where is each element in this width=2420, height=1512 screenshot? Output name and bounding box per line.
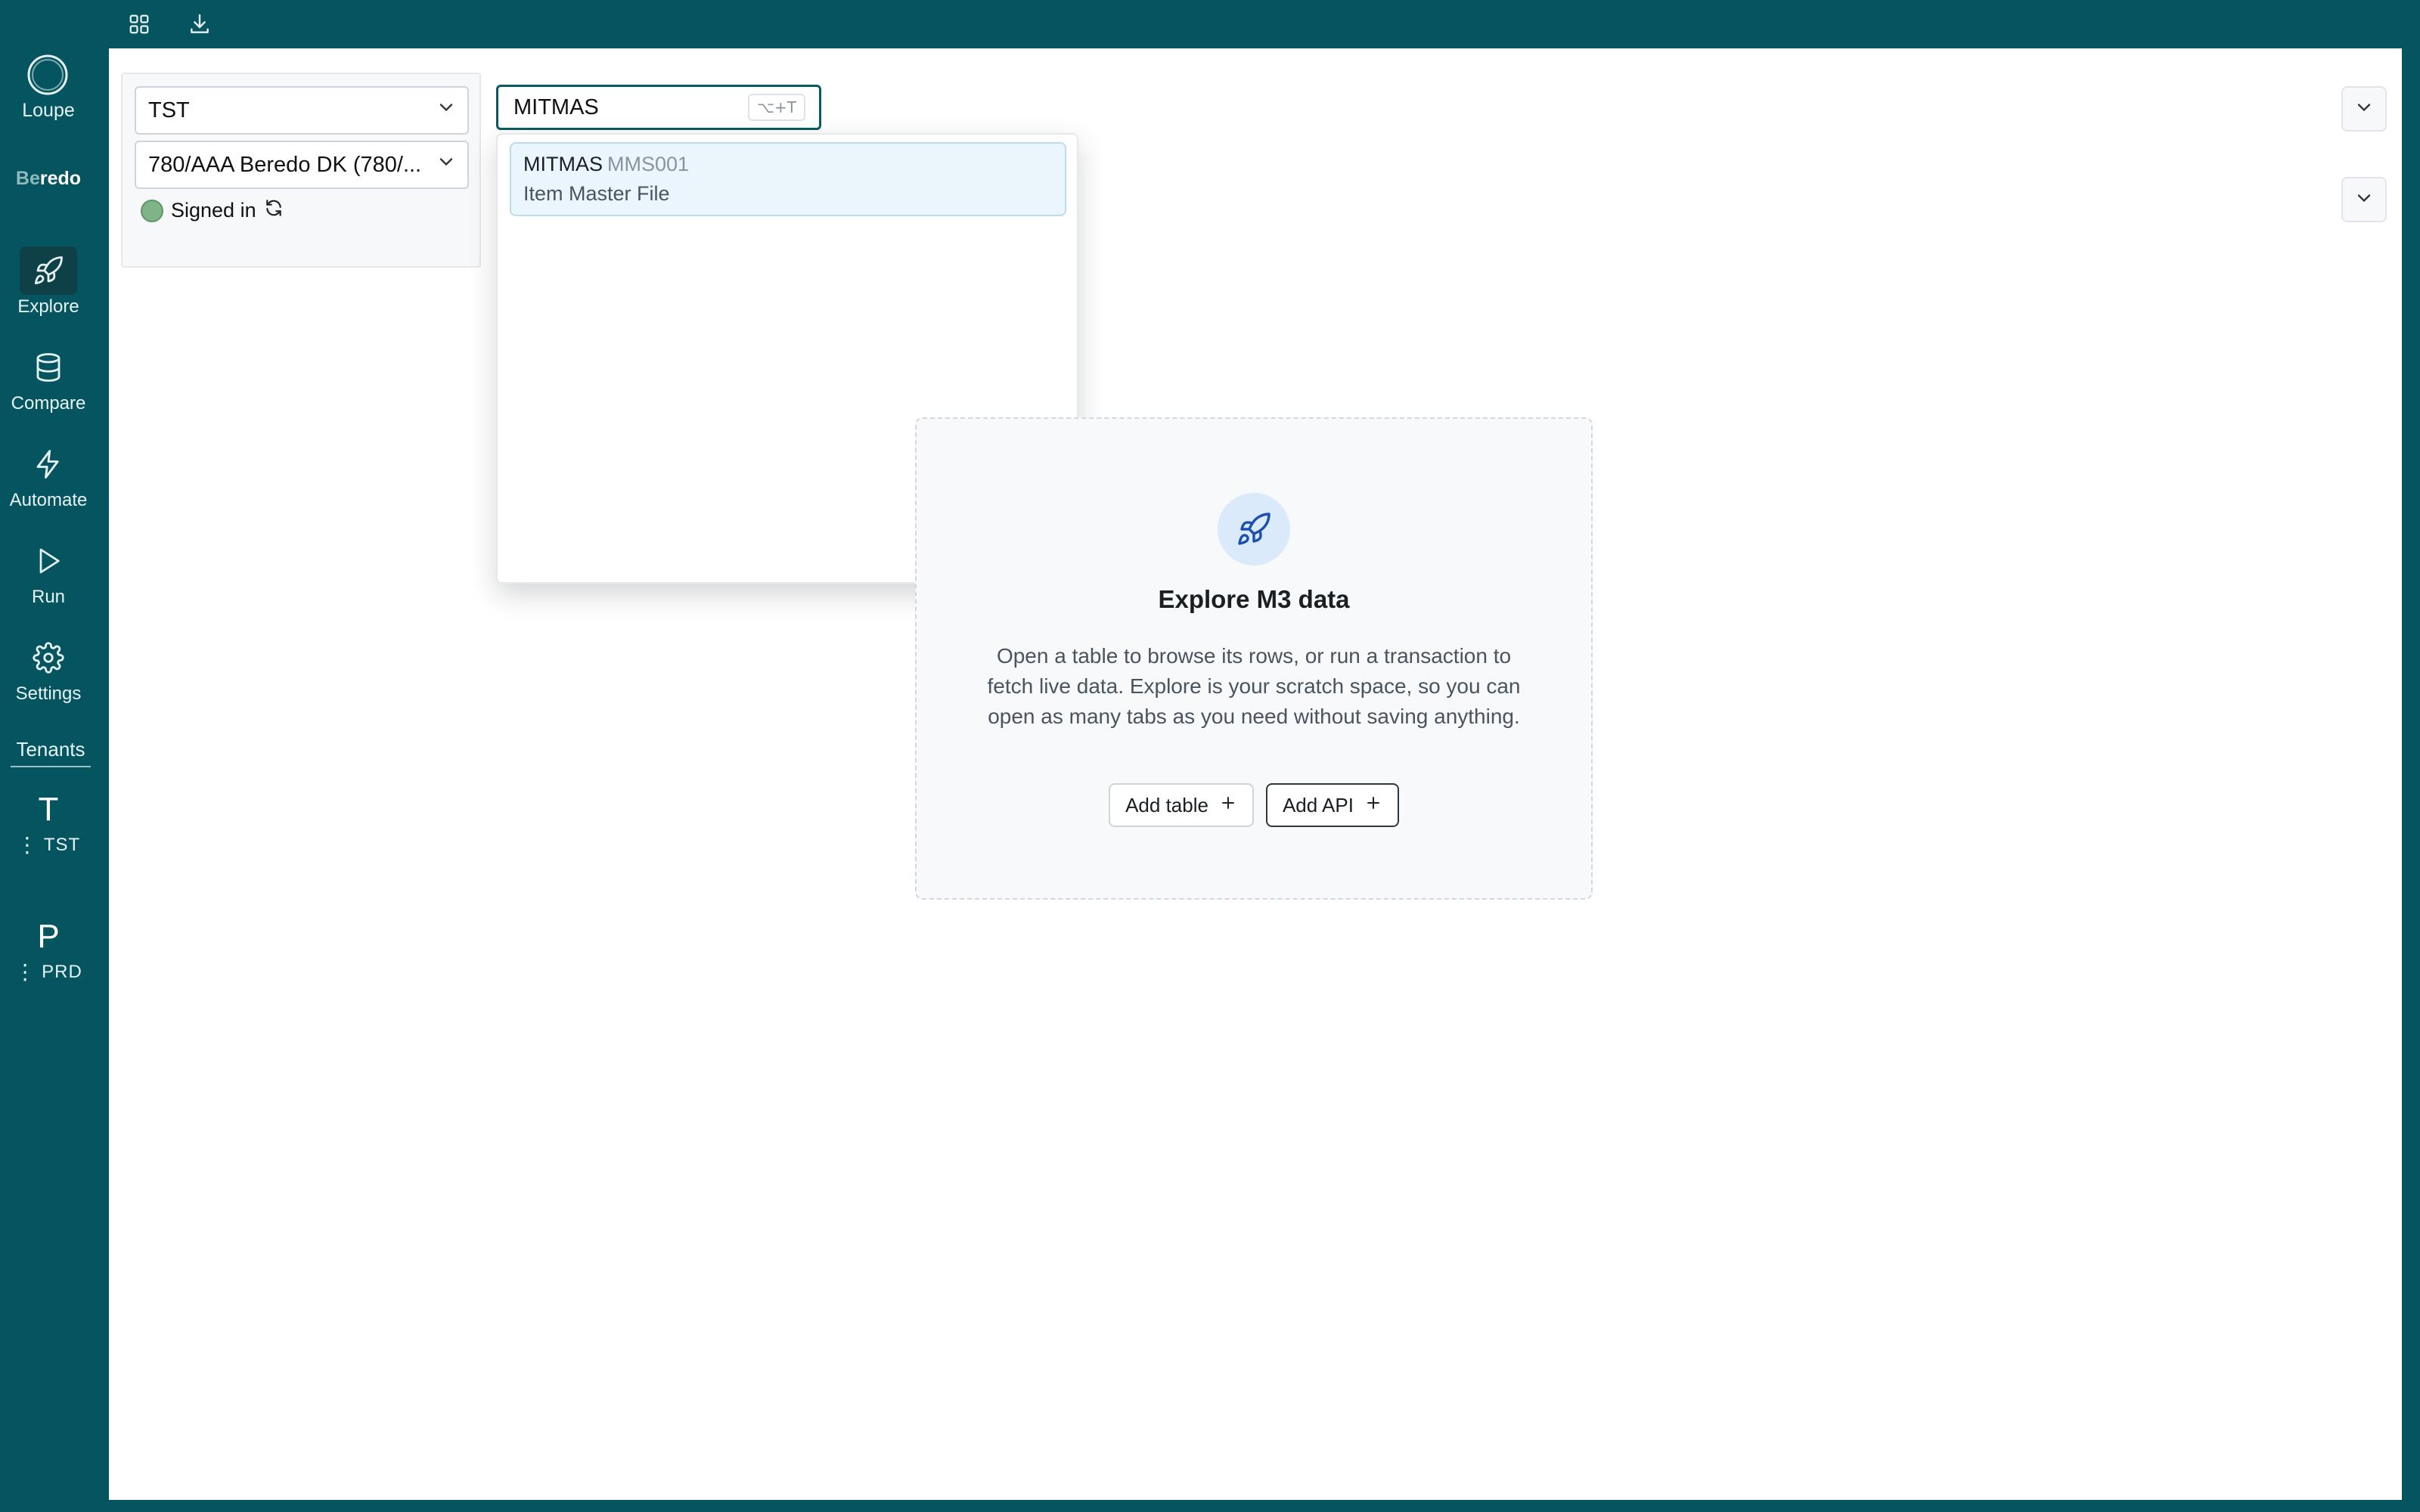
rocket-icon	[20, 246, 77, 295]
grid-icon[interactable]	[124, 9, 154, 39]
nav-compare[interactable]: Compare	[0, 343, 97, 414]
nav-run[interactable]: Run	[0, 537, 97, 608]
keyboard-shortcut-badge: ⌥+T	[747, 94, 805, 121]
collapse-toggle-button[interactable]	[2341, 86, 2387, 132]
add-api-label: Add API	[1282, 793, 1354, 816]
nav-label: Automate	[9, 490, 88, 510]
nav-label: Run	[31, 587, 66, 607]
expand-toggle-button[interactable]	[2341, 177, 2387, 222]
gear-icon	[20, 634, 77, 682]
add-table-button[interactable]: Add table	[1109, 783, 1254, 827]
connection-status: Signed in	[141, 198, 284, 223]
nav-settings[interactable]: Settings	[0, 634, 97, 705]
tenant-name: TST	[43, 835, 81, 855]
nav-explore[interactable]: Explore	[0, 246, 97, 318]
company-logo: Beredo	[0, 168, 97, 190]
tenant-avatar: T	[38, 791, 59, 828]
add-api-button[interactable]: Add API	[1265, 783, 1399, 827]
plus-icon	[1364, 794, 1382, 817]
nav-automate[interactable]: Automate	[0, 440, 97, 511]
status-text: Signed in	[171, 199, 256, 222]
loupe-logo-icon[interactable]	[26, 53, 70, 97]
lightning-icon	[20, 440, 77, 488]
add-table-label: Add table	[1125, 793, 1208, 816]
kebab-menu-icon[interactable]: ⋮	[17, 835, 38, 856]
nav-label: Compare	[11, 393, 86, 414]
brand-label: Loupe	[22, 100, 75, 121]
tenant-tst[interactable]: T ⋮ TST	[0, 791, 97, 856]
option-code: MMS001	[607, 153, 690, 175]
option-title: MITMAS MMS001	[523, 153, 1053, 176]
chevron-down-icon	[436, 97, 457, 124]
chevron-down-icon	[2353, 97, 2375, 122]
chevron-down-icon	[436, 151, 457, 178]
tenants-heading[interactable]: Tenants	[11, 738, 91, 767]
plus-icon	[1219, 794, 1237, 817]
empty-state-description: Open a table to browse its rows, or run …	[987, 644, 1521, 728]
environment-value: TST	[148, 98, 190, 122]
company-division-select[interactable]: 780/AAA Beredo DK (780/...	[135, 141, 469, 189]
tenant-name: PRD	[42, 962, 82, 982]
company-division-value: 780/AAA Beredo DK (780/...	[148, 152, 422, 177]
sidebar: Loupe Beredo Explore Compare Automate Ru…	[0, 48, 97, 1512]
tenant-prd[interactable]: P ⋮ PRD	[0, 918, 97, 983]
context-panel: TST 780/AAA Beredo DK (780/... Signed in	[121, 73, 481, 268]
database-icon	[20, 343, 77, 392]
refresh-icon[interactable]	[264, 198, 284, 223]
empty-state-actions: Add table Add API	[917, 783, 1591, 827]
play-icon	[20, 537, 77, 585]
table-search-input[interactable]: MITMAS ⌥+T	[496, 85, 821, 130]
main-panel: TST 780/AAA Beredo DK (780/... Signed in…	[109, 48, 2402, 1500]
tenant-avatar: P	[37, 918, 60, 955]
chevron-down-icon	[2353, 187, 2375, 212]
search-value: MITMAS	[513, 94, 599, 119]
environment-select[interactable]: TST	[135, 86, 469, 135]
search-result-option[interactable]: MITMAS MMS001 Item Master File	[510, 142, 1066, 216]
company-logo-prefix: Be	[15, 168, 40, 189]
option-description: Item Master File	[523, 182, 670, 205]
option-name: MITMAS	[523, 153, 603, 175]
top-bar	[0, 0, 2420, 48]
nav-label: Settings	[15, 683, 82, 704]
download-icon[interactable]	[185, 9, 215, 39]
rocket-icon	[1218, 493, 1290, 565]
company-logo-rest: redo	[39, 168, 82, 189]
status-indicator	[141, 199, 163, 222]
kebab-menu-icon[interactable]: ⋮	[14, 962, 36, 983]
nav-label: Explore	[17, 296, 79, 317]
empty-state-card: Explore M3 data Open a table to browse i…	[915, 417, 1593, 900]
empty-state-title: Explore M3 data	[1158, 585, 1350, 613]
